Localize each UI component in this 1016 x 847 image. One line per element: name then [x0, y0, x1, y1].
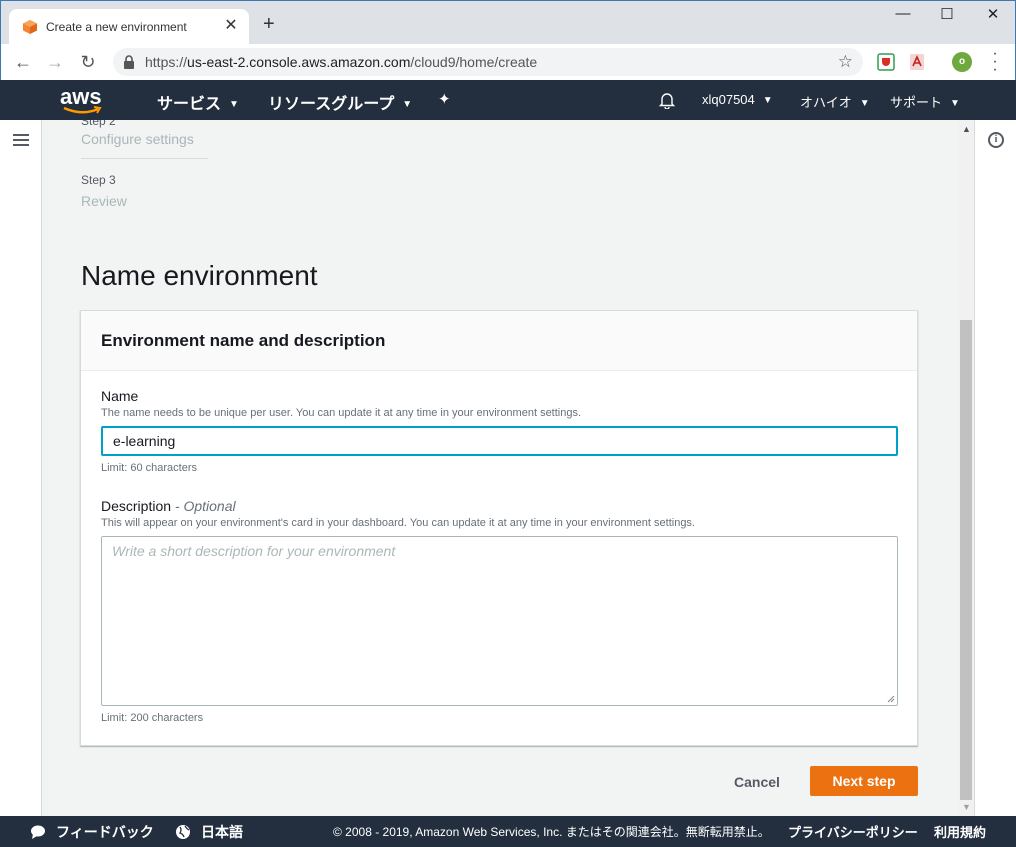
reload-icon[interactable]: ↻ — [76, 50, 100, 74]
support-menu[interactable]: サポート ▼ — [890, 92, 960, 111]
step-3-name[interactable]: Review — [81, 193, 127, 209]
browser-toolbar: ← → ↻ https://us-east-2.console.aws.amaz… — [0, 44, 1016, 80]
region-menu[interactable]: オハイオ ▼ — [800, 92, 870, 111]
browser-tab[interactable]: Create a new environment ✕ — [9, 9, 249, 45]
step-2-label: Step 2 — [81, 120, 116, 128]
extension-shield-icon[interactable] — [877, 53, 895, 71]
lock-icon — [124, 55, 134, 69]
main-content: Step 2 Configure settings Step 3 Review … — [42, 120, 958, 816]
scroll-thumb[interactable] — [960, 320, 972, 800]
description-textarea[interactable] — [101, 536, 898, 706]
scrollbar[interactable]: ▲ ▼ — [958, 120, 974, 816]
description-limit: Limit: 200 characters — [101, 712, 204, 724]
scroll-down-icon[interactable]: ▼ — [962, 802, 971, 812]
aws-navbar: aws サービス ▼ リソースグループ ▼ ✦ xlq07504 ▼ オハイオ ▼ サポ… — [0, 80, 1016, 120]
minimize-icon[interactable]: — — [883, 5, 923, 22]
forward-arrow-icon[interactable]: → — [43, 50, 67, 74]
page-title: Name environment — [81, 260, 318, 291]
resource-groups-menu[interactable]: リソースグループ ▼ — [268, 90, 412, 114]
chevron-down-icon: ▼ — [950, 98, 960, 110]
chevron-down-icon: ▼ — [859, 98, 870, 110]
terms-link[interactable]: 利用規約 — [934, 822, 986, 841]
description-label: Description - Optional — [101, 498, 236, 514]
optional-tag: - Optional — [174, 498, 236, 514]
next-step-button[interactable]: Next step — [810, 766, 918, 796]
panel-title: Environment name and description — [101, 331, 386, 350]
chevron-down-icon: ▼ — [402, 99, 413, 111]
chevron-down-icon: ▼ — [229, 99, 239, 111]
language-selector[interactable]: 日本語 — [201, 822, 243, 842]
chevron-down-icon: ▼ — [762, 95, 773, 107]
cancel-button[interactable]: Cancel — [722, 772, 792, 792]
services-menu[interactable]: サービス ▼ — [157, 90, 239, 114]
step-2-name[interactable]: Configure settings — [81, 131, 194, 147]
tab-title: Create a new environment — [46, 20, 187, 34]
name-label: Name — [101, 388, 139, 404]
feedback-bubble-icon — [31, 825, 45, 839]
plus-icon[interactable]: + — [263, 14, 275, 34]
left-rail — [0, 120, 42, 816]
feedback-link[interactable]: フィードバック — [56, 822, 154, 842]
step-3-label: Step 3 — [81, 173, 116, 187]
pin-icon[interactable]: ✦ — [438, 90, 451, 108]
privacy-link[interactable]: プライバシーポリシー — [788, 822, 918, 841]
step-divider — [81, 158, 208, 159]
url-text: https://us-east-2.console.aws.amazon.com… — [145, 54, 538, 70]
profile-avatar[interactable]: o — [952, 52, 972, 72]
resize-grip-icon[interactable] — [887, 695, 895, 703]
window-close-icon[interactable]: ✕ — [973, 5, 1013, 23]
hamburger-icon[interactable] — [13, 134, 29, 146]
address-bar[interactable]: https://us-east-2.console.aws.amazon.com… — [113, 48, 863, 76]
name-input[interactable] — [101, 426, 898, 456]
star-icon[interactable]: ☆ — [838, 52, 853, 72]
name-hint: The name needs to be unique per user. Yo… — [101, 407, 582, 419]
copyright-text: © 2008 - 2019, Amazon Web Services, Inc.… — [333, 825, 770, 839]
description-hint: This will appear on your environment's c… — [101, 517, 695, 529]
aws-footer: フィードバック 日本語 © 2008 - 2019, Amazon Web Se… — [0, 816, 1016, 847]
globe-icon — [176, 825, 190, 839]
account-menu[interactable]: xlq07504 ▼ — [702, 92, 773, 107]
info-icon[interactable]: i — [988, 132, 1004, 148]
pdf-extension-icon[interactable] — [908, 53, 926, 71]
environment-panel: Environment name and description Name Th… — [80, 310, 918, 746]
right-rail: i — [974, 120, 1016, 816]
name-limit: Limit: 60 characters — [101, 462, 197, 474]
aws-smile-icon — [63, 106, 102, 114]
panel-header: Environment name and description — [81, 311, 917, 371]
browser-titlebar: Create a new environment ✕ + — ☐ ✕ — [0, 0, 1016, 45]
maximize-icon[interactable]: ☐ — [927, 5, 967, 23]
close-icon[interactable]: ✕ — [223, 15, 239, 35]
more-menu-icon[interactable]: · · · — [987, 46, 1003, 78]
back-arrow-icon[interactable]: ← — [11, 50, 35, 74]
scroll-up-icon[interactable]: ▲ — [962, 124, 971, 134]
cube-favicon — [23, 20, 37, 34]
aws-logo[interactable]: aws — [60, 84, 106, 116]
bell-icon[interactable] — [658, 91, 676, 109]
